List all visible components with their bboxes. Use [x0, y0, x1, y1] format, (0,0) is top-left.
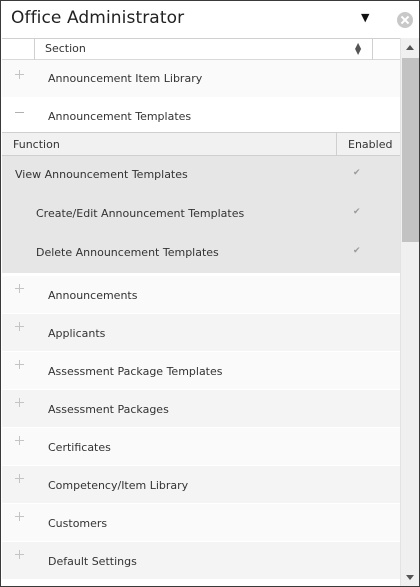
expander-column-header — [2, 39, 35, 60]
function-name: View Announcement Templates — [15, 168, 188, 181]
plus-icon[interactable] — [15, 322, 25, 332]
checkmark-icon[interactable]: ✔ — [353, 246, 361, 256]
section-row[interactable]: Customers — [2, 504, 400, 542]
function-name: Delete Announcement Templates — [36, 246, 219, 259]
section-row-label: Announcements — [48, 289, 138, 302]
section-row[interactable]: Competency/Item Library — [2, 466, 400, 504]
section-row[interactable]: Announcements — [2, 276, 400, 314]
section-row[interactable]: Applicants — [2, 314, 400, 352]
close-icon[interactable] — [397, 12, 413, 28]
section-row-label: Announcement Item Library — [48, 72, 203, 85]
scroll-down-arrow-icon[interactable] — [406, 575, 414, 580]
section-row-expanded[interactable]: Announcement Templates — [2, 98, 400, 132]
function-row: Create/Edit Announcement Templates ✔ — [2, 195, 400, 234]
section-row-label: Applicants — [48, 327, 106, 340]
function-row: View Announcement Templates ✔ — [2, 156, 400, 195]
section-row[interactable]: Announcement Item Library — [2, 60, 400, 98]
section-row[interactable]: Certificates — [2, 428, 400, 466]
section-row-label: Default Settings — [48, 555, 137, 568]
function-name: Create/Edit Announcement Templates — [36, 207, 245, 220]
column-divider — [336, 133, 337, 156]
column-divider — [372, 39, 373, 60]
section-row-label: Certificates — [48, 441, 111, 454]
role-dropdown[interactable]: Office Administrator ▼ — [2, 2, 388, 38]
section-row-label: Competency/Item Library — [48, 479, 189, 492]
scroll-up-arrow-icon[interactable] — [406, 45, 414, 50]
plus-icon[interactable] — [15, 550, 25, 560]
plus-icon[interactable] — [15, 512, 25, 522]
plus-icon[interactable] — [15, 70, 25, 80]
checkmark-icon[interactable]: ✔ — [353, 207, 361, 217]
function-column-header: Function — [13, 138, 60, 151]
function-row: Delete Announcement Templates ✔ — [2, 234, 400, 273]
section-column-header[interactable]: Section — [45, 42, 86, 55]
section-row[interactable]: Assessment Packages — [2, 390, 400, 428]
role-dropdown-value: Office Administrator — [11, 8, 185, 28]
checkmark-icon[interactable]: ✔ — [353, 168, 361, 178]
plus-icon[interactable] — [15, 398, 25, 408]
panel-header: Office Administrator ▼ — [2, 2, 419, 38]
plus-icon[interactable] — [15, 360, 25, 370]
sort-icon[interactable]: ▲ ▼ — [355, 42, 361, 56]
enabled-column-header: Enabled — [348, 138, 393, 151]
section-row-label: Announcement Templates — [48, 110, 192, 123]
permissions-grid: Section ▲ ▼ Announcement Item Library Ann… — [2, 38, 400, 586]
scrollbar-thumb[interactable] — [402, 58, 419, 242]
section-row-label: Customers — [48, 517, 108, 530]
section-row[interactable]: Default Settings — [2, 542, 400, 580]
function-subtable-header: Function Enabled — [2, 133, 400, 156]
function-subtable: Function Enabled View Announcement Templ… — [2, 132, 400, 273]
caret-down-icon[interactable]: ▼ — [361, 11, 369, 24]
section-row-label: Assessment Packages — [48, 403, 169, 416]
section-row-label: Assessment Package Templates — [48, 365, 223, 378]
vertical-scrollbar[interactable] — [400, 38, 419, 586]
minus-icon[interactable] — [15, 108, 25, 118]
plus-icon[interactable] — [15, 436, 25, 446]
plus-icon[interactable] — [15, 474, 25, 484]
permissions-panel: Office Administrator ▼ Section ▲ ▼ Announ… — [0, 0, 420, 587]
grid-header: Section ▲ ▼ — [2, 39, 400, 60]
plus-icon[interactable] — [15, 284, 25, 294]
section-row[interactable]: Assessment Package Templates — [2, 352, 400, 390]
